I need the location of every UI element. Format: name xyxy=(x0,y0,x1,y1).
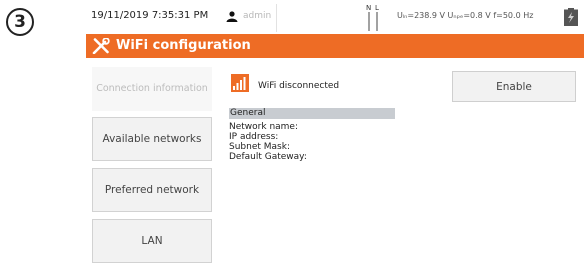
battery-icon xyxy=(564,8,578,26)
status-user: admin xyxy=(243,11,272,21)
device-screen: 19/11/2019 7:35:31 PM admin N L Uₗₙ=238.… xyxy=(86,0,584,265)
general-info-list: Network name: IP address: Subnet Mask: D… xyxy=(229,122,307,162)
status-bar: 19/11/2019 7:35:31 PM admin N L Uₗₙ=238.… xyxy=(86,0,584,35)
sidebar-item-lan[interactable]: LAN xyxy=(92,219,212,263)
sidebar-item-available-networks[interactable]: Available networks xyxy=(92,117,212,161)
probe-label-n: N xyxy=(366,4,371,12)
sidebar-item-preferred-network[interactable]: Preferred network xyxy=(92,168,212,212)
network-name-label: Network name: xyxy=(229,122,298,132)
sidebar-item-label: Available networks xyxy=(102,133,202,145)
wifi-status-text: WiFi disconnected xyxy=(258,81,340,91)
sidebar-item-label: Preferred network xyxy=(104,184,200,196)
enable-button[interactable]: Enable xyxy=(452,71,576,102)
general-header-label: General xyxy=(230,108,266,118)
page-title: WiFi configuration xyxy=(116,38,251,53)
sidebar-item-connection-information: Connection information xyxy=(92,67,212,111)
probe-label-l: L xyxy=(375,4,379,12)
default-gateway-label: Default Gateway: xyxy=(229,152,307,162)
enable-button-label: Enable xyxy=(496,80,532,93)
ip-address-label: IP address: xyxy=(229,132,279,142)
status-datetime: 19/11/2019 7:35:31 PM xyxy=(91,10,209,21)
status-measurements: Uₗₙ=238.9 V Uₙₚₑ=0.8 V f=50.0 Hz xyxy=(397,11,534,20)
user-icon xyxy=(226,11,238,22)
wifi-signal-icon xyxy=(231,74,249,92)
general-section-header: General xyxy=(229,108,395,119)
step-number-badge: 3 xyxy=(6,8,34,36)
step-number: 3 xyxy=(14,12,26,32)
sidebar-item-label: LAN xyxy=(141,235,163,247)
status-separator xyxy=(276,4,277,32)
sidebar-item-label: Connection information xyxy=(96,83,208,94)
probe-n-l-icon: N L xyxy=(366,4,379,31)
tools-icon xyxy=(92,38,110,54)
subnet-mask-label: Subnet Mask: xyxy=(229,142,290,152)
title-bar: WiFi configuration xyxy=(86,34,584,58)
